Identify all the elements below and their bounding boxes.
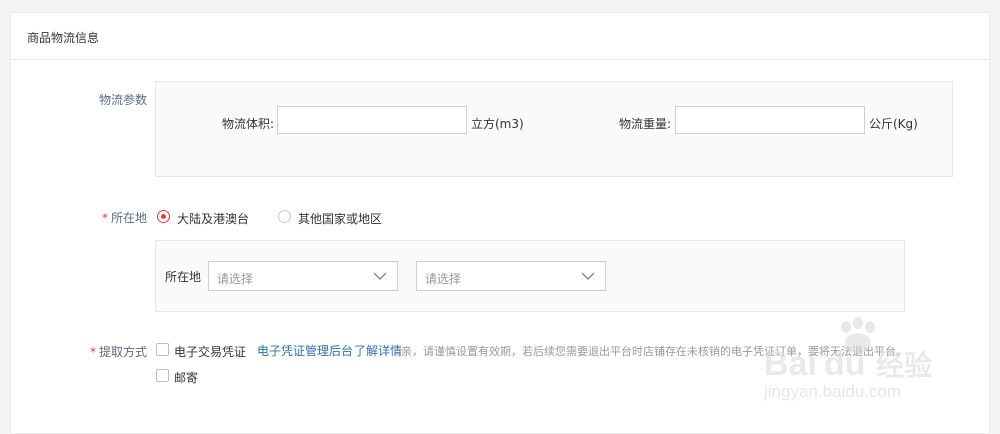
city-select[interactable]: 请选择 — [416, 261, 606, 291]
radio-other-countries-label[interactable]: 其他国家或地区 — [298, 210, 382, 227]
chevron-down-icon — [373, 272, 387, 280]
svg-text:du: du — [824, 345, 866, 383]
link-learn-details[interactable]: 了解详情 — [354, 342, 402, 359]
panel-header: 商品物流信息 — [11, 13, 989, 60]
checkbox-e-voucher[interactable] — [156, 343, 169, 356]
svg-text:jingyan.baidu.com: jingyan.baidu.com — [763, 382, 901, 401]
volume-input[interactable] — [277, 106, 467, 134]
link-voucher-backend[interactable]: 电子凭证管理后台 — [257, 342, 353, 359]
location-label: * 所在地 — [101, 211, 147, 225]
volume-label: 物流体积: — [222, 117, 275, 131]
location-sub-label: 所在地 — [165, 270, 202, 284]
province-select[interactable]: 请选择 — [208, 261, 398, 291]
svg-text:Bai: Bai — [764, 345, 817, 383]
radio-mainland-label[interactable]: 大陆及港澳台 — [177, 210, 249, 227]
location-box: 所在地 请选择 请选择 — [155, 240, 905, 312]
volume-unit: 立方(m3) — [471, 117, 524, 131]
radio-other-countries[interactable] — [278, 210, 291, 223]
section-title: 商品物流信息 — [27, 31, 100, 45]
weight-unit: 公斤(Kg) — [869, 117, 918, 131]
baidu-jingyan-watermark: Bai du 经验 jingyan.baidu.com — [763, 317, 932, 401]
weight-input[interactable] — [675, 106, 865, 134]
logistics-params-box: 物流体积: 立方(m3) 物流重量: 公斤(Kg) — [155, 81, 953, 177]
checkbox-mail-label[interactable]: 邮寄 — [174, 369, 198, 386]
logistics-params-label: 物流参数 — [98, 93, 147, 107]
chevron-down-icon — [581, 272, 595, 280]
pickup-method-label: * 提取方式 — [89, 345, 147, 359]
checkbox-e-voucher-label[interactable]: 电子交易凭证 — [174, 343, 246, 360]
checkbox-mail[interactable] — [156, 369, 169, 382]
weight-label: 物流重量: — [619, 117, 672, 131]
province-select-placeholder: 请选择 — [217, 272, 254, 286]
radio-mainland[interactable] — [157, 210, 170, 223]
city-select-placeholder: 请选择 — [425, 272, 462, 286]
svg-text:经验: 经验 — [876, 349, 932, 382]
